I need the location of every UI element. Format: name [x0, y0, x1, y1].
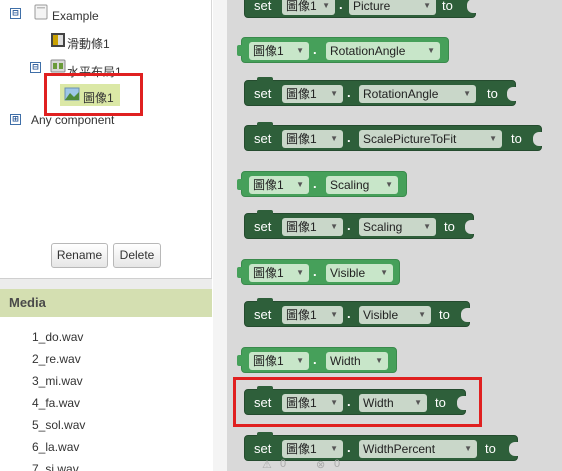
- highlight-box-image: [44, 73, 143, 116]
- media-item[interactable]: 4_fa.wav: [32, 396, 80, 410]
- property-dropdown[interactable]: Picture ▼: [349, 0, 436, 15]
- dot-separator: .: [347, 85, 351, 100]
- component-dropdown[interactable]: 圖像1 ▼: [282, 85, 343, 103]
- output-nub: [237, 179, 243, 190]
- property-dropdown[interactable]: Width ▼: [326, 352, 388, 370]
- property-dropdown[interactable]: ScalePictureToFit ▼: [359, 130, 502, 148]
- warning-icon[interactable]: ⚠: [262, 458, 272, 471]
- getter-block-visible[interactable]: 圖像1 ▼ . Visible ▼: [237, 259, 400, 285]
- media-item[interactable]: 3_mi.wav: [32, 374, 83, 388]
- connector-tab: [257, 77, 273, 82]
- dot-separator: .: [313, 352, 317, 367]
- component-dropdown[interactable]: 圖像1 ▼: [282, 0, 335, 15]
- output-nub: [237, 355, 243, 366]
- setter-block-picture[interactable]: set 圖像1 ▼ . Picture ▼ to: [244, 0, 477, 18]
- connector-tab: [257, 432, 273, 437]
- connector-tab: [257, 210, 273, 215]
- to-keyword: to: [511, 131, 522, 146]
- connector-tab: [257, 122, 273, 127]
- property-dropdown[interactable]: Visible ▼: [359, 306, 431, 324]
- getter-block-scaling[interactable]: 圖像1 ▼ . Scaling ▼: [237, 171, 407, 197]
- component-dropdown[interactable]: 圖像1 ▼: [282, 306, 343, 324]
- slider-icon: [51, 33, 65, 47]
- value-socket: [465, 220, 475, 234]
- set-keyword: set: [254, 131, 272, 146]
- dot-separator: .: [347, 130, 351, 145]
- warning-error-counters: ⚠ 0 ⊗ 0: [258, 458, 358, 471]
- value-socket: [461, 308, 471, 322]
- media-item[interactable]: 5_sol.wav: [32, 418, 85, 432]
- dot-separator: .: [313, 264, 317, 279]
- to-keyword: to: [442, 0, 453, 13]
- media-item[interactable]: 2_re.wav: [32, 352, 81, 366]
- error-icon[interactable]: ⊗: [316, 458, 325, 471]
- value-socket: [507, 87, 517, 101]
- setter-block-scaling[interactable]: set 圖像1 ▼ . Scaling ▼ to: [244, 210, 475, 239]
- property-dropdown[interactable]: RotationAngle ▼: [326, 42, 440, 60]
- component-dropdown[interactable]: 圖像1 ▼: [282, 440, 343, 458]
- setter-block-rotation-angle[interactable]: set 圖像1 ▼ . RotationAngle ▼ to: [244, 77, 517, 106]
- property-dropdown[interactable]: Scaling ▼: [326, 176, 398, 194]
- collapse-toggle-example[interactable]: ⊟: [10, 8, 21, 19]
- property-dropdown[interactable]: Scaling ▼: [359, 218, 436, 236]
- property-dropdown[interactable]: Visible ▼: [326, 264, 393, 282]
- output-nub: [237, 267, 243, 278]
- to-keyword: to: [487, 86, 498, 101]
- connector-tab: [257, 298, 273, 303]
- workspace-gutter: [213, 0, 227, 471]
- rename-button[interactable]: Rename: [51, 243, 108, 268]
- tree-item-any-component[interactable]: Any component: [31, 113, 114, 127]
- dot-separator: .: [339, 0, 343, 12]
- set-keyword: set: [254, 441, 272, 456]
- media-item[interactable]: 1_do.wav: [32, 330, 83, 344]
- tree-item-slider[interactable]: 滑動條1: [67, 35, 110, 52]
- tree-item-example[interactable]: Example: [52, 9, 99, 23]
- component-dropdown[interactable]: 圖像1 ▼: [249, 352, 309, 370]
- dot-separator: .: [347, 440, 351, 455]
- delete-button[interactable]: Delete: [113, 243, 161, 268]
- set-keyword: set: [254, 86, 272, 101]
- to-keyword: to: [439, 307, 450, 322]
- setter-block-visible[interactable]: set 圖像1 ▼ . Visible ▼ to: [244, 298, 471, 327]
- value-socket: [467, 0, 477, 13]
- set-keyword: set: [254, 0, 272, 13]
- panel-divider[interactable]: [0, 278, 212, 289]
- screen-icon: [34, 4, 48, 20]
- component-dropdown[interactable]: 圖像1 ▼: [282, 130, 343, 148]
- component-dropdown[interactable]: 圖像1 ▼: [249, 176, 309, 194]
- media-list: 1_do.wav 2_re.wav 3_mi.wav 4_fa.wav 5_so…: [0, 317, 212, 471]
- dot-separator: .: [313, 42, 317, 57]
- value-socket: [533, 132, 543, 146]
- set-keyword: set: [254, 307, 272, 322]
- component-dropdown[interactable]: 圖像1 ▼: [282, 218, 343, 236]
- media-item[interactable]: 6_la.wav: [32, 440, 79, 454]
- error-count: 0: [334, 458, 341, 470]
- warning-count: 0: [280, 458, 287, 470]
- component-dropdown[interactable]: 圖像1 ▼: [249, 42, 309, 60]
- set-keyword: set: [254, 219, 272, 234]
- components-panel: ⊟ Example 滑動條1 ⊟ 水平布局1 圖像1 ⊞ Any compone…: [0, 0, 212, 471]
- getter-block-rotation-angle[interactable]: 圖像1 ▼ . RotationAngle ▼: [237, 37, 449, 63]
- dot-separator: .: [347, 218, 351, 233]
- horizontal-layout-icon: [50, 59, 66, 73]
- setter-block-scale-picture-to-fit[interactable]: set 圖像1 ▼ . ScalePictureToFit ▼ to: [244, 122, 543, 151]
- highlight-box-set-width: [233, 377, 482, 427]
- media-header: Media: [0, 289, 212, 317]
- property-dropdown[interactable]: RotationAngle ▼: [359, 85, 476, 103]
- value-socket: [509, 442, 519, 456]
- property-dropdown[interactable]: WidthPercent ▼: [359, 440, 477, 458]
- collapse-toggle-layout[interactable]: ⊟: [30, 62, 41, 73]
- media-item[interactable]: 7_si.wav: [32, 462, 79, 471]
- dot-separator: .: [313, 176, 317, 191]
- to-keyword: to: [485, 441, 496, 456]
- getter-block-width[interactable]: 圖像1 ▼ . Width ▼: [237, 347, 397, 373]
- to-keyword: to: [444, 219, 455, 234]
- expand-toggle-any-component[interactable]: ⊞: [10, 114, 21, 125]
- component-dropdown[interactable]: 圖像1 ▼: [249, 264, 309, 282]
- output-nub: [237, 45, 243, 56]
- dot-separator: .: [347, 306, 351, 321]
